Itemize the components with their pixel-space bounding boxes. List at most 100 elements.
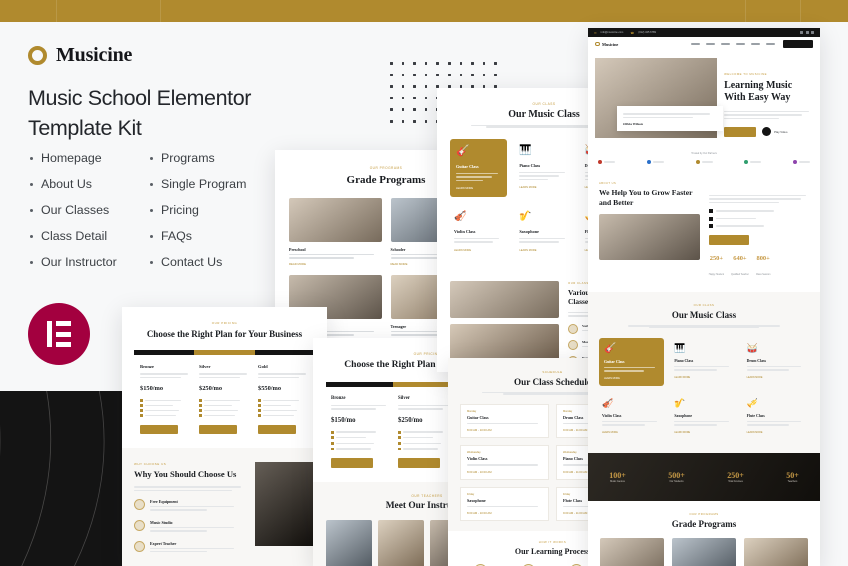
dark-decorative-panel xyxy=(0,391,140,566)
plan-price: $150/mo xyxy=(140,384,164,392)
plan-cta-button[interactable] xyxy=(331,458,373,469)
hero-title: Learning Music With Easy Way xyxy=(724,80,793,104)
page-label: Contact Us xyxy=(161,255,223,269)
class-card-featured[interactable]: 🎸 Guitar Class LEARN MORE xyxy=(599,337,665,386)
page-title: Music School Elementor Template Kit xyxy=(28,86,252,140)
schedule-card[interactable]: Wednesday Violin Class 8:00 AM - 10:00 A… xyxy=(460,445,549,480)
class-link[interactable]: LEARN MORE xyxy=(674,376,733,379)
eyebrow: Why Choose Us xyxy=(134,462,167,467)
feature-title: Free Equipment xyxy=(150,499,178,505)
eyebrow: Our Pricing xyxy=(211,321,238,325)
class-name: Piano Class xyxy=(674,358,694,363)
bullet-dot xyxy=(30,234,33,238)
class-name: Guitar Class xyxy=(604,359,625,364)
card-link[interactable]: READ MORE xyxy=(289,262,382,266)
counter-item: 50+ Teachers xyxy=(786,471,799,483)
violin-icon: 🎻 xyxy=(454,210,467,222)
instructor-card[interactable]: Walter Stewart Violin Teacher xyxy=(378,520,424,566)
pricing-plan[interactable]: Bronze $150/mo xyxy=(140,364,191,435)
plan-cta-button[interactable] xyxy=(258,425,296,435)
eyebrow: Welcome to Musicine xyxy=(724,72,768,76)
plan-cta-button[interactable] xyxy=(140,425,178,435)
class-card[interactable]: 🎻 Violin Class LEARN MORE xyxy=(599,393,664,440)
check-circle-icon xyxy=(134,499,145,511)
get-in-touch-button[interactable] xyxy=(783,40,813,48)
class-card[interactable]: 🎹 Piano Class LEARN MORE xyxy=(671,338,736,386)
plan-cta-button[interactable] xyxy=(398,458,440,469)
bullet-dot xyxy=(150,156,153,160)
site-navbar[interactable]: Musicine xyxy=(588,37,820,51)
instructor-card[interactable]: Alfredo Torres Piano Teacher xyxy=(326,520,372,566)
program-card[interactable]: Preschool READ MORE xyxy=(600,537,664,566)
class-link[interactable]: LEARN MORE xyxy=(454,249,503,252)
contact-phone: (012) 345 6789 xyxy=(638,31,656,34)
class-link[interactable]: LEARN MORE xyxy=(674,431,733,434)
schedule-card[interactable]: Friday Saxophone 8:00 AM - 10:00 AM xyxy=(460,486,549,521)
schedule-card[interactable]: Monday Guitar Class 8:00 AM - 10:00 AM xyxy=(460,403,549,439)
feature-title: Expert Teacher xyxy=(150,540,177,546)
feature-title: Music Studio xyxy=(150,519,173,525)
class-card-featured[interactable]: 🎸 Guitar Class LEARN MORE xyxy=(450,138,508,197)
class-name: Violin Class xyxy=(454,228,476,234)
counter-label: Music Genres xyxy=(610,479,625,483)
hero-primary-button[interactable] xyxy=(724,126,757,137)
class-link[interactable]: LEARN MORE xyxy=(747,376,806,379)
plan-cta-button[interactable] xyxy=(199,425,237,435)
about-cta-button[interactable] xyxy=(708,235,749,246)
bullet-dot xyxy=(30,208,33,212)
class-link[interactable]: LEARN MORE xyxy=(602,431,661,434)
class-card[interactable]: 🎷 Saxophone LEARN MORE xyxy=(515,205,572,259)
play-icon[interactable] xyxy=(762,127,772,137)
program-card[interactable]: Teenager READ MORE xyxy=(744,537,808,566)
nav-links[interactable] xyxy=(691,43,775,45)
check-icon xyxy=(708,209,713,214)
class-card[interactable]: 🎻 Violin Class LEARN MORE xyxy=(450,205,507,259)
counter-item: 500+ Our Students xyxy=(668,471,685,483)
section-title: Choose the Right Plan for Your Business xyxy=(146,329,303,339)
class-card[interactable]: 🎺 Flute Class LEARN MORE xyxy=(744,393,809,440)
mockup-homepage[interactable]: ✉ info@musicine.com ☎ (012) 345 6789 Mus… xyxy=(588,28,820,566)
class-link[interactable]: LEARN MORE xyxy=(519,249,568,252)
list-item: Homepage xyxy=(30,145,142,171)
list-item: Our Instructor xyxy=(30,249,142,275)
mockup-pricing-left[interactable]: Our Pricing Choose the Right Plan for Yo… xyxy=(122,307,327,566)
stat-value: 640+ xyxy=(733,255,747,263)
class-name: Saxophone xyxy=(519,228,539,234)
plan-price: $150/mo xyxy=(331,416,356,424)
counter-item: 100+ Music Genres xyxy=(609,471,626,483)
counter-value: 500+ xyxy=(668,470,685,480)
class-card[interactable]: 🥁 Drum Class LEARN MORE xyxy=(744,338,809,386)
stat-label: Class Session xyxy=(755,274,771,277)
class-link[interactable]: LEARN MORE xyxy=(456,187,501,190)
class-link[interactable]: LEARN MORE xyxy=(747,431,806,434)
page-label: Pricing xyxy=(161,203,199,217)
pricing-plan[interactable]: Gold $550/mo xyxy=(258,364,309,435)
pricing-plan[interactable]: Silver $250/mo xyxy=(199,364,250,435)
class-name: Violin Class xyxy=(602,413,622,418)
class-link[interactable]: LEARN MORE xyxy=(519,186,568,189)
list-item: Our Classes xyxy=(30,197,142,223)
bullet-dot xyxy=(150,208,153,212)
twitter-icon[interactable] xyxy=(805,31,809,34)
plan-price: $250/mo xyxy=(199,384,223,392)
pricing-plan[interactable]: Bronze $150/mo xyxy=(331,396,389,469)
brand-name: Musicine xyxy=(56,44,133,66)
plan-name: Silver xyxy=(199,364,211,370)
flute-icon: 🎺 xyxy=(746,397,758,408)
program-card[interactable]: Schooler READ MORE xyxy=(672,537,736,566)
check-icon xyxy=(708,216,713,221)
program-card[interactable]: Preschool READ MORE xyxy=(289,198,382,266)
schedule-class: Violin Class xyxy=(467,456,488,462)
schedule-class: Guitar Class xyxy=(467,414,489,420)
page-label: Our Classes xyxy=(41,203,110,217)
about-bullet xyxy=(708,224,809,229)
class-card[interactable]: 🎹 Piano Class LEARN MORE xyxy=(515,139,572,197)
feature-item: Music Studio xyxy=(134,519,245,534)
class-card[interactable]: 🎷 Saxophone LEARN MORE xyxy=(671,393,736,440)
counter-value: 100+ xyxy=(609,470,626,480)
schedule-class: Saxophone xyxy=(467,497,486,503)
instagram-icon[interactable] xyxy=(811,31,814,34)
hero-secondary-label[interactable]: Play Video xyxy=(774,130,787,134)
class-link[interactable]: LEARN MORE xyxy=(604,377,659,380)
facebook-icon[interactable] xyxy=(800,31,803,34)
